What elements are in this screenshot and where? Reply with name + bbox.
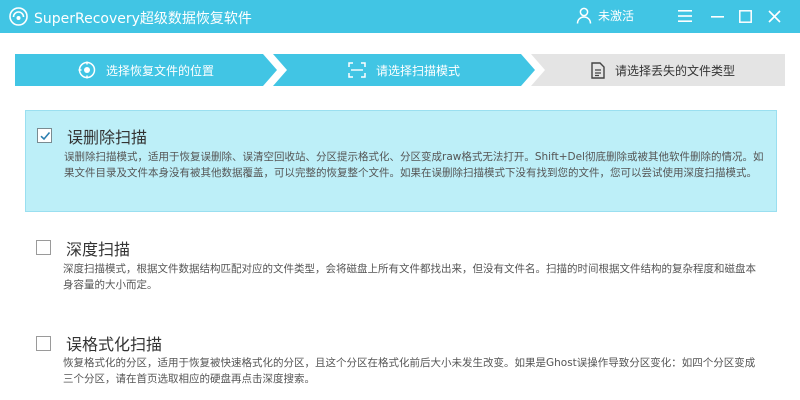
location-icon (78, 61, 96, 79)
user-account[interactable]: 未激活 (576, 7, 634, 24)
app-logo-icon (9, 7, 28, 26)
scan-option-description: 误删除扫描模式，适用于恢复误删除、误清空回收站、分区提示格式化、分区变成raw格… (64, 151, 764, 179)
document-icon (591, 61, 605, 79)
scan-option-checkbox[interactable] (36, 336, 51, 351)
step-label: 选择恢复文件的位置 (105, 63, 214, 78)
minimize-icon (710, 15, 724, 18)
scan-option-title: 误格式化扫描 (66, 335, 163, 354)
minimize-button[interactable] (704, 4, 730, 28)
scan-option-checkbox[interactable] (36, 240, 51, 255)
step-select-scan-mode[interactable]: 请选择扫描模式 (273, 54, 535, 86)
scan-option-deleted[interactable]: 误删除扫描 误删除扫描模式，适用于恢复误删除、误清空回收站、分区提示格式化、分区… (25, 110, 777, 212)
scan-option-checkbox[interactable] (37, 128, 52, 143)
step-select-file-type[interactable]: 请选择丢失的文件类型 (531, 54, 785, 86)
wizard-steps: 选择恢复文件的位置 请选择扫描模式 请选择丢失的文件类型 (15, 54, 785, 86)
scan-option-description: 恢复格式化的分区，适用于恢复被快速格式化的分区，且这个分区在格式化前后大小未发生… (63, 357, 756, 385)
activation-status: 未激活 (598, 9, 635, 23)
app-title: SuperRecovery超级数据恢复软件 (34, 11, 252, 27)
scan-option-format[interactable]: 误格式化扫描 恢复格式化的分区，适用于恢复被快速格式化的分区，且这个分区在格式化… (25, 322, 777, 400)
close-button[interactable] (761, 4, 787, 28)
step-label: 请选择丢失的文件类型 (614, 63, 735, 78)
step-select-location[interactable]: 选择恢复文件的位置 (15, 54, 277, 86)
scan-option-deep[interactable]: 深度扫描 深度扫描模式，根据文件数据结构匹配对应的文件类型，会将磁盘上所有文件都… (25, 226, 777, 306)
scan-icon (348, 62, 366, 78)
scan-option-title: 误删除扫描 (67, 128, 148, 147)
title-bar: SuperRecovery超级数据恢复软件 未激活 (0, 0, 800, 33)
user-icon (576, 7, 592, 24)
scan-option-description: 深度扫描模式，根据文件数据结构匹配对应的文件类型，会将磁盘上所有文件都找出来，但… (63, 263, 756, 291)
menu-button[interactable] (672, 4, 698, 28)
checkmark-icon (40, 131, 51, 141)
scan-option-title: 深度扫描 (66, 240, 131, 259)
maximize-button[interactable] (732, 4, 758, 28)
maximize-icon (738, 9, 752, 23)
step-label: 请选择扫描模式 (375, 63, 460, 78)
menu-icon (678, 10, 692, 22)
close-icon (767, 9, 781, 23)
